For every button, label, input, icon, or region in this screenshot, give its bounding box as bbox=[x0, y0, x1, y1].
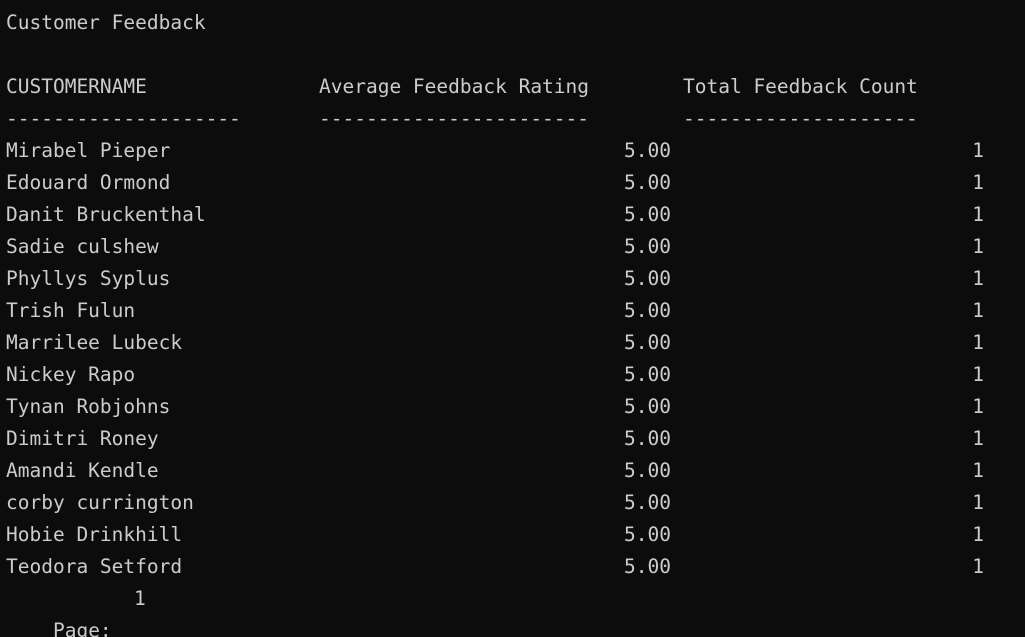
cell-average-rating: 5.00 bbox=[624, 235, 671, 258]
cell-average-rating: 5.00 bbox=[624, 139, 671, 162]
cell-average-rating: 5.00 bbox=[624, 555, 671, 578]
cell-average-rating: 5.00 bbox=[624, 299, 671, 322]
cell-feedback-count: 1 bbox=[972, 267, 984, 290]
cell-feedback-count: 1 bbox=[972, 299, 984, 322]
cell-customer-name: corby currington bbox=[6, 491, 194, 514]
cell-customer-name: Nickey Rapo bbox=[6, 363, 136, 386]
cell-feedback-count: 1 bbox=[972, 139, 984, 162]
page-number: 1 bbox=[134, 587, 146, 610]
cell-feedback-count: 1 bbox=[972, 331, 984, 354]
cell-average-rating: 5.00 bbox=[624, 459, 671, 482]
cell-feedback-count: 1 bbox=[972, 363, 984, 386]
cell-average-rating: 5.00 bbox=[624, 267, 671, 290]
cell-average-rating: 5.00 bbox=[624, 331, 671, 354]
cell-customer-name: Danit Bruckenthal bbox=[6, 203, 206, 226]
table-row: Amandi Kendle 5.00 1 bbox=[6, 455, 1025, 487]
cell-feedback-count: 1 bbox=[972, 459, 984, 482]
cell-feedback-count: 1 bbox=[972, 203, 984, 226]
cell-average-rating: 5.00 bbox=[624, 203, 671, 226]
table-row: Danit Bruckenthal 5.00 1 bbox=[6, 199, 1025, 231]
cell-customer-name: Teodora Setford bbox=[6, 555, 183, 578]
page-indicator: Page: 1 bbox=[6, 583, 1025, 637]
cell-average-rating: 5.00 bbox=[624, 427, 671, 450]
cell-feedback-count: 1 bbox=[972, 235, 984, 258]
table-header: CUSTOMERNAME Average Feedback Rating Tot… bbox=[6, 71, 1025, 103]
cell-feedback-count: 1 bbox=[972, 491, 984, 514]
table-row: Hobie Drinkhill 5.00 1 bbox=[6, 519, 1025, 551]
header-feedback-count: Total Feedback Count bbox=[683, 75, 918, 98]
header-separator: -------------------- -------------------… bbox=[6, 103, 1025, 135]
table-row: Tynan Robjohns 5.00 1 bbox=[6, 391, 1025, 423]
header-customer-name: CUSTOMERNAME bbox=[6, 75, 147, 98]
header-average-rating: Average Feedback Rating bbox=[319, 75, 590, 98]
table-row: Teodora Setford 5.00 1 bbox=[6, 551, 1025, 583]
table-row: Trish Fulun 5.00 1 bbox=[6, 295, 1025, 327]
cell-feedback-count: 1 bbox=[972, 555, 984, 578]
cell-customer-name: Dimitri Roney bbox=[6, 427, 159, 450]
table-row: Dimitri Roney 5.00 1 bbox=[6, 423, 1025, 455]
cell-customer-name: Sadie culshew bbox=[6, 235, 159, 258]
cell-customer-name: Hobie Drinkhill bbox=[6, 523, 183, 546]
report-title: Customer Feedback bbox=[6, 11, 206, 34]
table-row: Edouard Ormond 5.00 1 bbox=[6, 167, 1025, 199]
cell-feedback-count: 1 bbox=[972, 427, 984, 450]
cell-customer-name: Marrilee Lubeck bbox=[6, 331, 183, 354]
separator-count: -------------------- bbox=[683, 107, 918, 130]
table-row: Mirabel Pieper 5.00 1 bbox=[6, 135, 1025, 167]
table-row: Phyllys Syplus 5.00 1 bbox=[6, 263, 1025, 295]
cell-feedback-count: 1 bbox=[972, 171, 984, 194]
cell-average-rating: 5.00 bbox=[624, 363, 671, 386]
cell-customer-name: Mirabel Pieper bbox=[6, 139, 171, 162]
console-window[interactable]: Customer Feedback CUSTOMERNAME Average F… bbox=[0, 0, 1025, 637]
table-row: Marrilee Lubeck 5.00 1 bbox=[6, 327, 1025, 359]
cell-customer-name: Edouard Ormond bbox=[6, 171, 171, 194]
cell-average-rating: 5.00 bbox=[624, 395, 671, 418]
cell-average-rating: 5.00 bbox=[624, 491, 671, 514]
cell-customer-name: Trish Fulun bbox=[6, 299, 136, 322]
cell-average-rating: 5.00 bbox=[624, 171, 671, 194]
cell-average-rating: 5.00 bbox=[624, 523, 671, 546]
cell-feedback-count: 1 bbox=[972, 395, 984, 418]
table-row: corby currington 5.00 1 bbox=[6, 487, 1025, 519]
cell-customer-name: Tynan Robjohns bbox=[6, 395, 171, 418]
page-label: Page: bbox=[52, 619, 112, 637]
cell-feedback-count: 1 bbox=[972, 523, 984, 546]
cell-customer-name: Phyllys Syplus bbox=[6, 267, 171, 290]
table-row: Sadie culshew 5.00 1 bbox=[6, 231, 1025, 263]
separator-average: ----------------------- bbox=[319, 107, 590, 130]
cell-customer-name: Amandi Kendle bbox=[6, 459, 159, 482]
table-row: Nickey Rapo 5.00 1 bbox=[6, 359, 1025, 391]
separator-name: -------------------- bbox=[6, 107, 241, 130]
